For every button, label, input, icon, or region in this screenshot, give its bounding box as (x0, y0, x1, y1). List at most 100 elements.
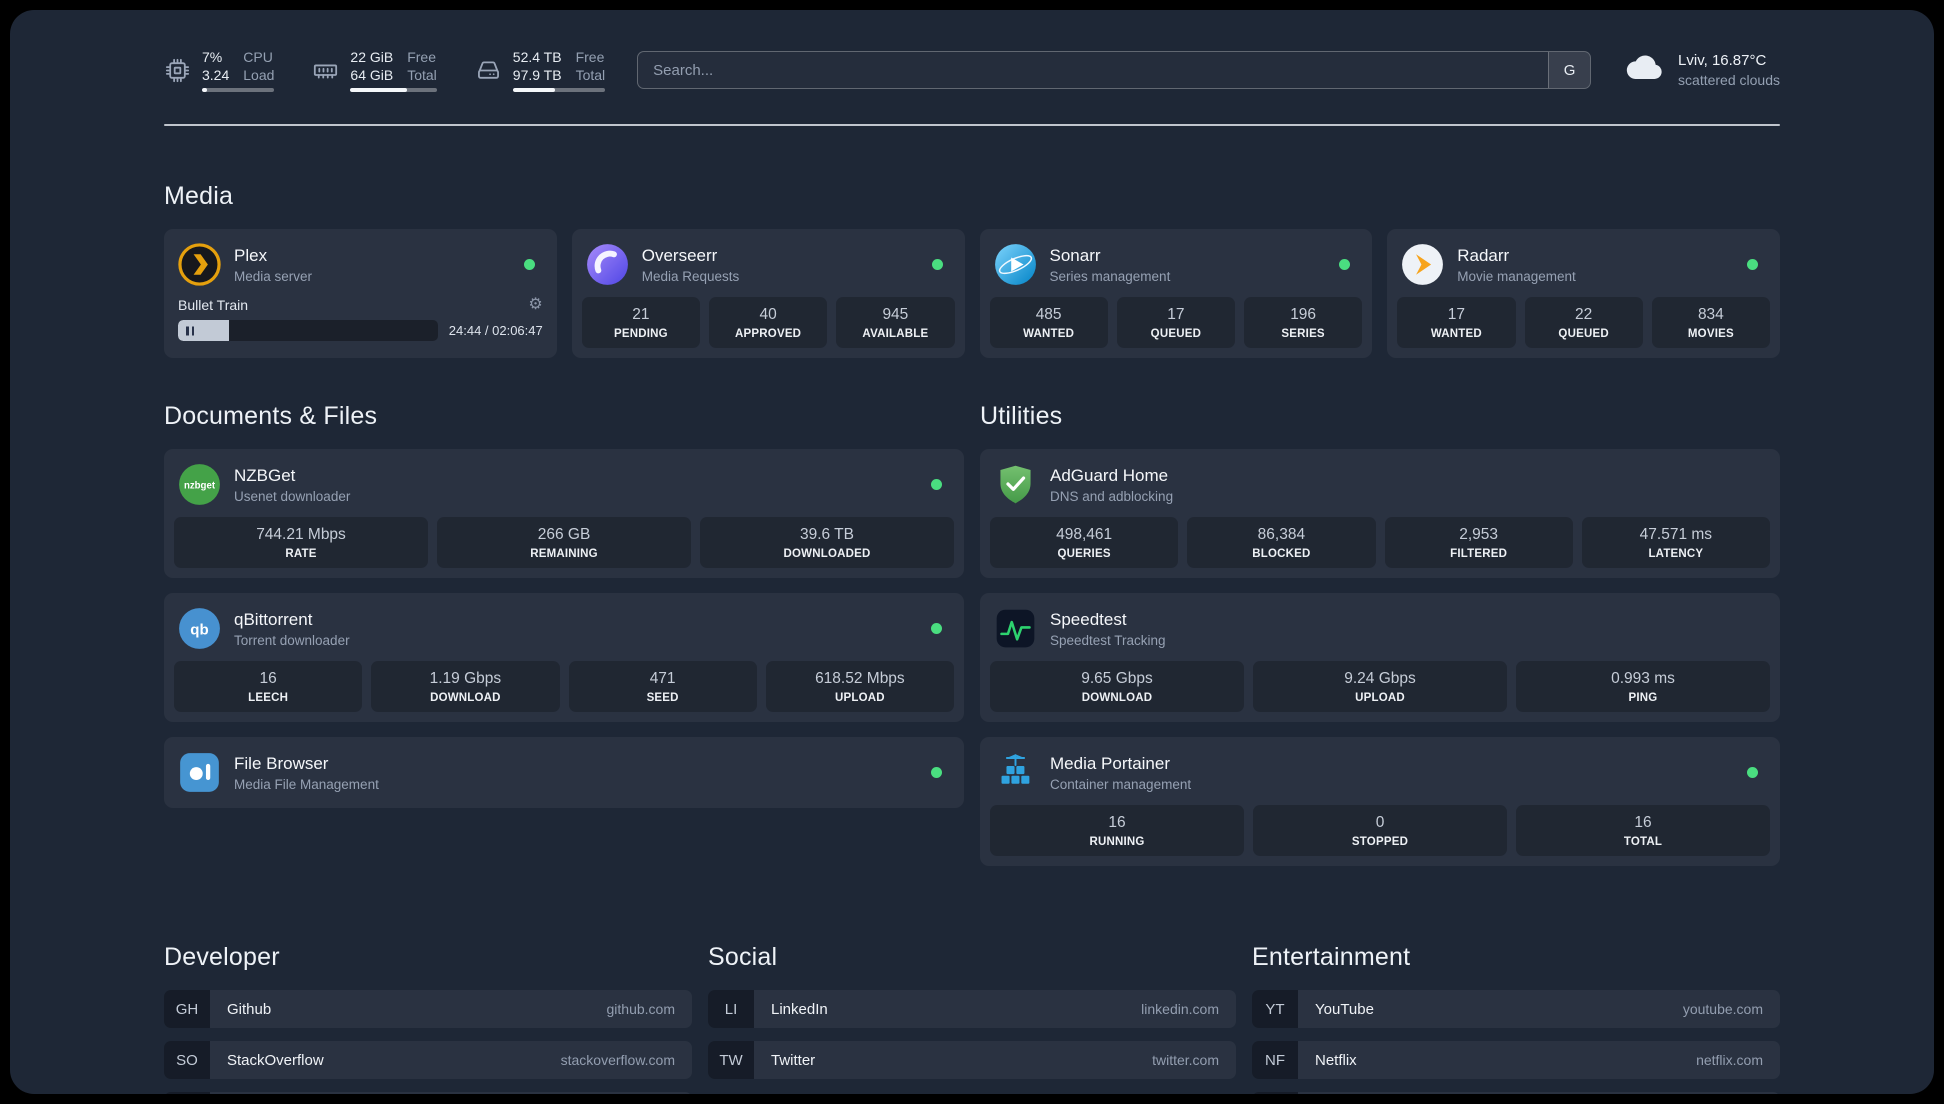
stat-label: QUEUED (1150, 328, 1202, 341)
cpu-label-1: CPU (243, 49, 273, 65)
bookmark-abbr: SO (164, 1041, 210, 1080)
stat-movies: 834 MOVIES (1651, 297, 1770, 349)
stat-blocked: 86,384 BLOCKED (1187, 517, 1376, 569)
search-provider-button[interactable]: G (1548, 52, 1591, 89)
service-name: AdGuard Home (1050, 465, 1169, 485)
stat-value: 196 (1290, 306, 1317, 324)
stat-value: 485 (1035, 306, 1062, 324)
section-title-utilities: Utilities (980, 402, 1063, 431)
stat-upload: 618.52 Mbps UPLOAD (765, 661, 954, 713)
service-name: Plex (234, 245, 268, 265)
service-name: Media Portainer (1050, 753, 1171, 773)
bookmark-name: LinkedIn (771, 1000, 828, 1018)
card-radarr[interactable]: Radarr Movie management 17 WANTED 22 QUE… (1387, 229, 1780, 359)
status-dot-online (1747, 767, 1758, 779)
status-dot-online (931, 623, 942, 635)
disk-label-2: Total (575, 67, 606, 84)
card-speedtest[interactable]: Speedtest Speedtest Tracking 9.65 Gbps D… (980, 593, 1780, 723)
stat-downloaded: 39.6 TB DOWNLOADED (700, 517, 954, 569)
memory-label-2: Total (407, 67, 437, 84)
bookmark-dev[interactable]: DT DEV dev.to (164, 1092, 692, 1094)
bookmark-reddit[interactable]: RE Reddit reddit.com (1252, 1092, 1780, 1094)
weather-widget: Lviv, 16.87°C scattered clouds (1623, 51, 1780, 90)
bookmark-linkedin[interactable]: LI LinkedIn linkedin.com (708, 990, 1236, 1029)
stat-label: DOWNLOADED (783, 548, 871, 561)
section-media: Media Plex Media server Bullet Train ⚙ 2… (164, 182, 1780, 359)
stat-queued: 22 QUEUED (1524, 297, 1643, 349)
cpu-load-value: 3.24 (202, 67, 230, 84)
bookmark-youtube[interactable]: YT YouTube youtube.com (1252, 990, 1780, 1029)
card-overseerr[interactable]: Overseerr Media Requests 21 PENDING 40 A… (571, 229, 965, 359)
plex-icon (178, 243, 221, 287)
service-description: Media File Management (234, 776, 379, 792)
bookmark-url: netflix.com (1696, 1052, 1763, 1069)
disk-label-1: Free (575, 49, 605, 65)
card-plex[interactable]: Plex Media server Bullet Train ⚙ 24:44 /… (164, 229, 557, 359)
service-name: NZBGet (234, 465, 296, 485)
stat-value: 16 (1108, 814, 1126, 832)
service-name: Sonarr (1049, 245, 1101, 265)
weather-condition: scattered clouds (1678, 71, 1780, 88)
stat-running: 16 RUNNING (990, 805, 1244, 857)
stat-label: SERIES (1281, 328, 1325, 341)
topbar: 7% 3.24 CPU Load 22 GiB 64 GiB Free Tota… (164, 48, 1780, 93)
bookmark-url: twitter.com (1152, 1052, 1219, 1069)
status-dot-online (523, 259, 535, 271)
status-dot-online (1339, 259, 1351, 271)
card-qbittorrent[interactable]: qb qBittorrent Torrent downloader 16 LEE… (164, 593, 964, 723)
bookmark-twitter[interactable]: TW Twitter twitter.com (708, 1041, 1236, 1080)
overseerr-icon (586, 243, 629, 286)
stat-label: PENDING (613, 328, 668, 341)
stat-value: 17 (1447, 306, 1465, 324)
service-description: Media Requests (641, 268, 740, 284)
stat-ping: 0.993 ms PING (1516, 661, 1770, 713)
memory-widget: 22 GiB 64 GiB Free Total (312, 48, 437, 93)
playback-progress-bar[interactable] (178, 320, 438, 342)
disk-free-value: 52.4 TB (512, 49, 562, 65)
stat-label: APPROVED (735, 328, 802, 341)
stat-value: 471 (649, 670, 676, 688)
card-portainer[interactable]: Media Portainer Container management 16 … (980, 737, 1780, 867)
stat-label: AVAILABLE (862, 328, 929, 341)
card-adguard[interactable]: AdGuard Home DNS and adblocking 498,461 … (980, 449, 1780, 579)
nzbget-icon: nzbget (178, 463, 221, 506)
pause-icon[interactable] (186, 326, 194, 336)
cpu-widget: 7% 3.24 CPU Load (164, 48, 275, 93)
disk-widget: 52.4 TB 97.9 TB Free Total (475, 48, 606, 93)
bookmark-abbr: TW (708, 1041, 754, 1080)
qbittorrent-icon: qb (178, 607, 221, 650)
service-description: Speedtest Tracking (1050, 632, 1166, 648)
stat-value: 9.65 Gbps (1081, 670, 1153, 688)
service-description: Usenet downloader (234, 488, 351, 504)
svg-text:qb: qb (190, 622, 208, 639)
memory-label-1: Free (407, 49, 437, 65)
bookmark-github[interactable]: GH Github github.com (164, 990, 692, 1029)
stat-label: UPLOAD (1355, 692, 1405, 705)
search-input[interactable] (638, 52, 1549, 89)
stat-available: 945 AVAILABLE (836, 297, 955, 349)
service-description: Media server (234, 268, 313, 284)
bookmark-stackoverflow[interactable]: SO StackOverflow stackoverflow.com (164, 1041, 692, 1080)
filebrowser-icon (178, 751, 221, 794)
stat-latency: 47.571 ms LATENCY (1581, 517, 1770, 569)
stat-label: RUNNING (1089, 836, 1145, 849)
stat-wanted: 485 WANTED (989, 297, 1108, 349)
card-sonarr[interactable]: Sonarr Series management 485 WANTED 17 Q… (979, 229, 1373, 359)
stat-queued: 17 QUEUED (1116, 297, 1235, 349)
stat-label: REMAINING (530, 548, 598, 561)
stat-wanted: 17 WANTED (1397, 297, 1516, 349)
card-filebrowser[interactable]: File Browser Media File Management (164, 737, 964, 809)
stat-label: SEED (646, 692, 679, 705)
gear-icon[interactable] (528, 297, 542, 313)
stat-label: QUEUED (1558, 328, 1609, 341)
cloud-icon (1623, 52, 1665, 88)
bookmark-netflix[interactable]: NF Netflix netflix.com (1252, 1041, 1780, 1080)
stat-stopped: 0 STOPPED (1253, 805, 1507, 857)
bookmarks-social: Social LI LinkedIn linkedin.com TW Twitt… (708, 943, 1236, 1094)
bookmark-abbr: RE (1252, 1092, 1298, 1094)
bookmark-abbr: LI (708, 990, 754, 1029)
service-name: qBittorrent (234, 609, 313, 629)
service-description: Container management (1050, 776, 1192, 792)
card-nzbget[interactable]: nzbget NZBGet Usenet downloader 744.21 M… (164, 449, 964, 579)
stat-value: 47.571 ms (1639, 526, 1713, 544)
